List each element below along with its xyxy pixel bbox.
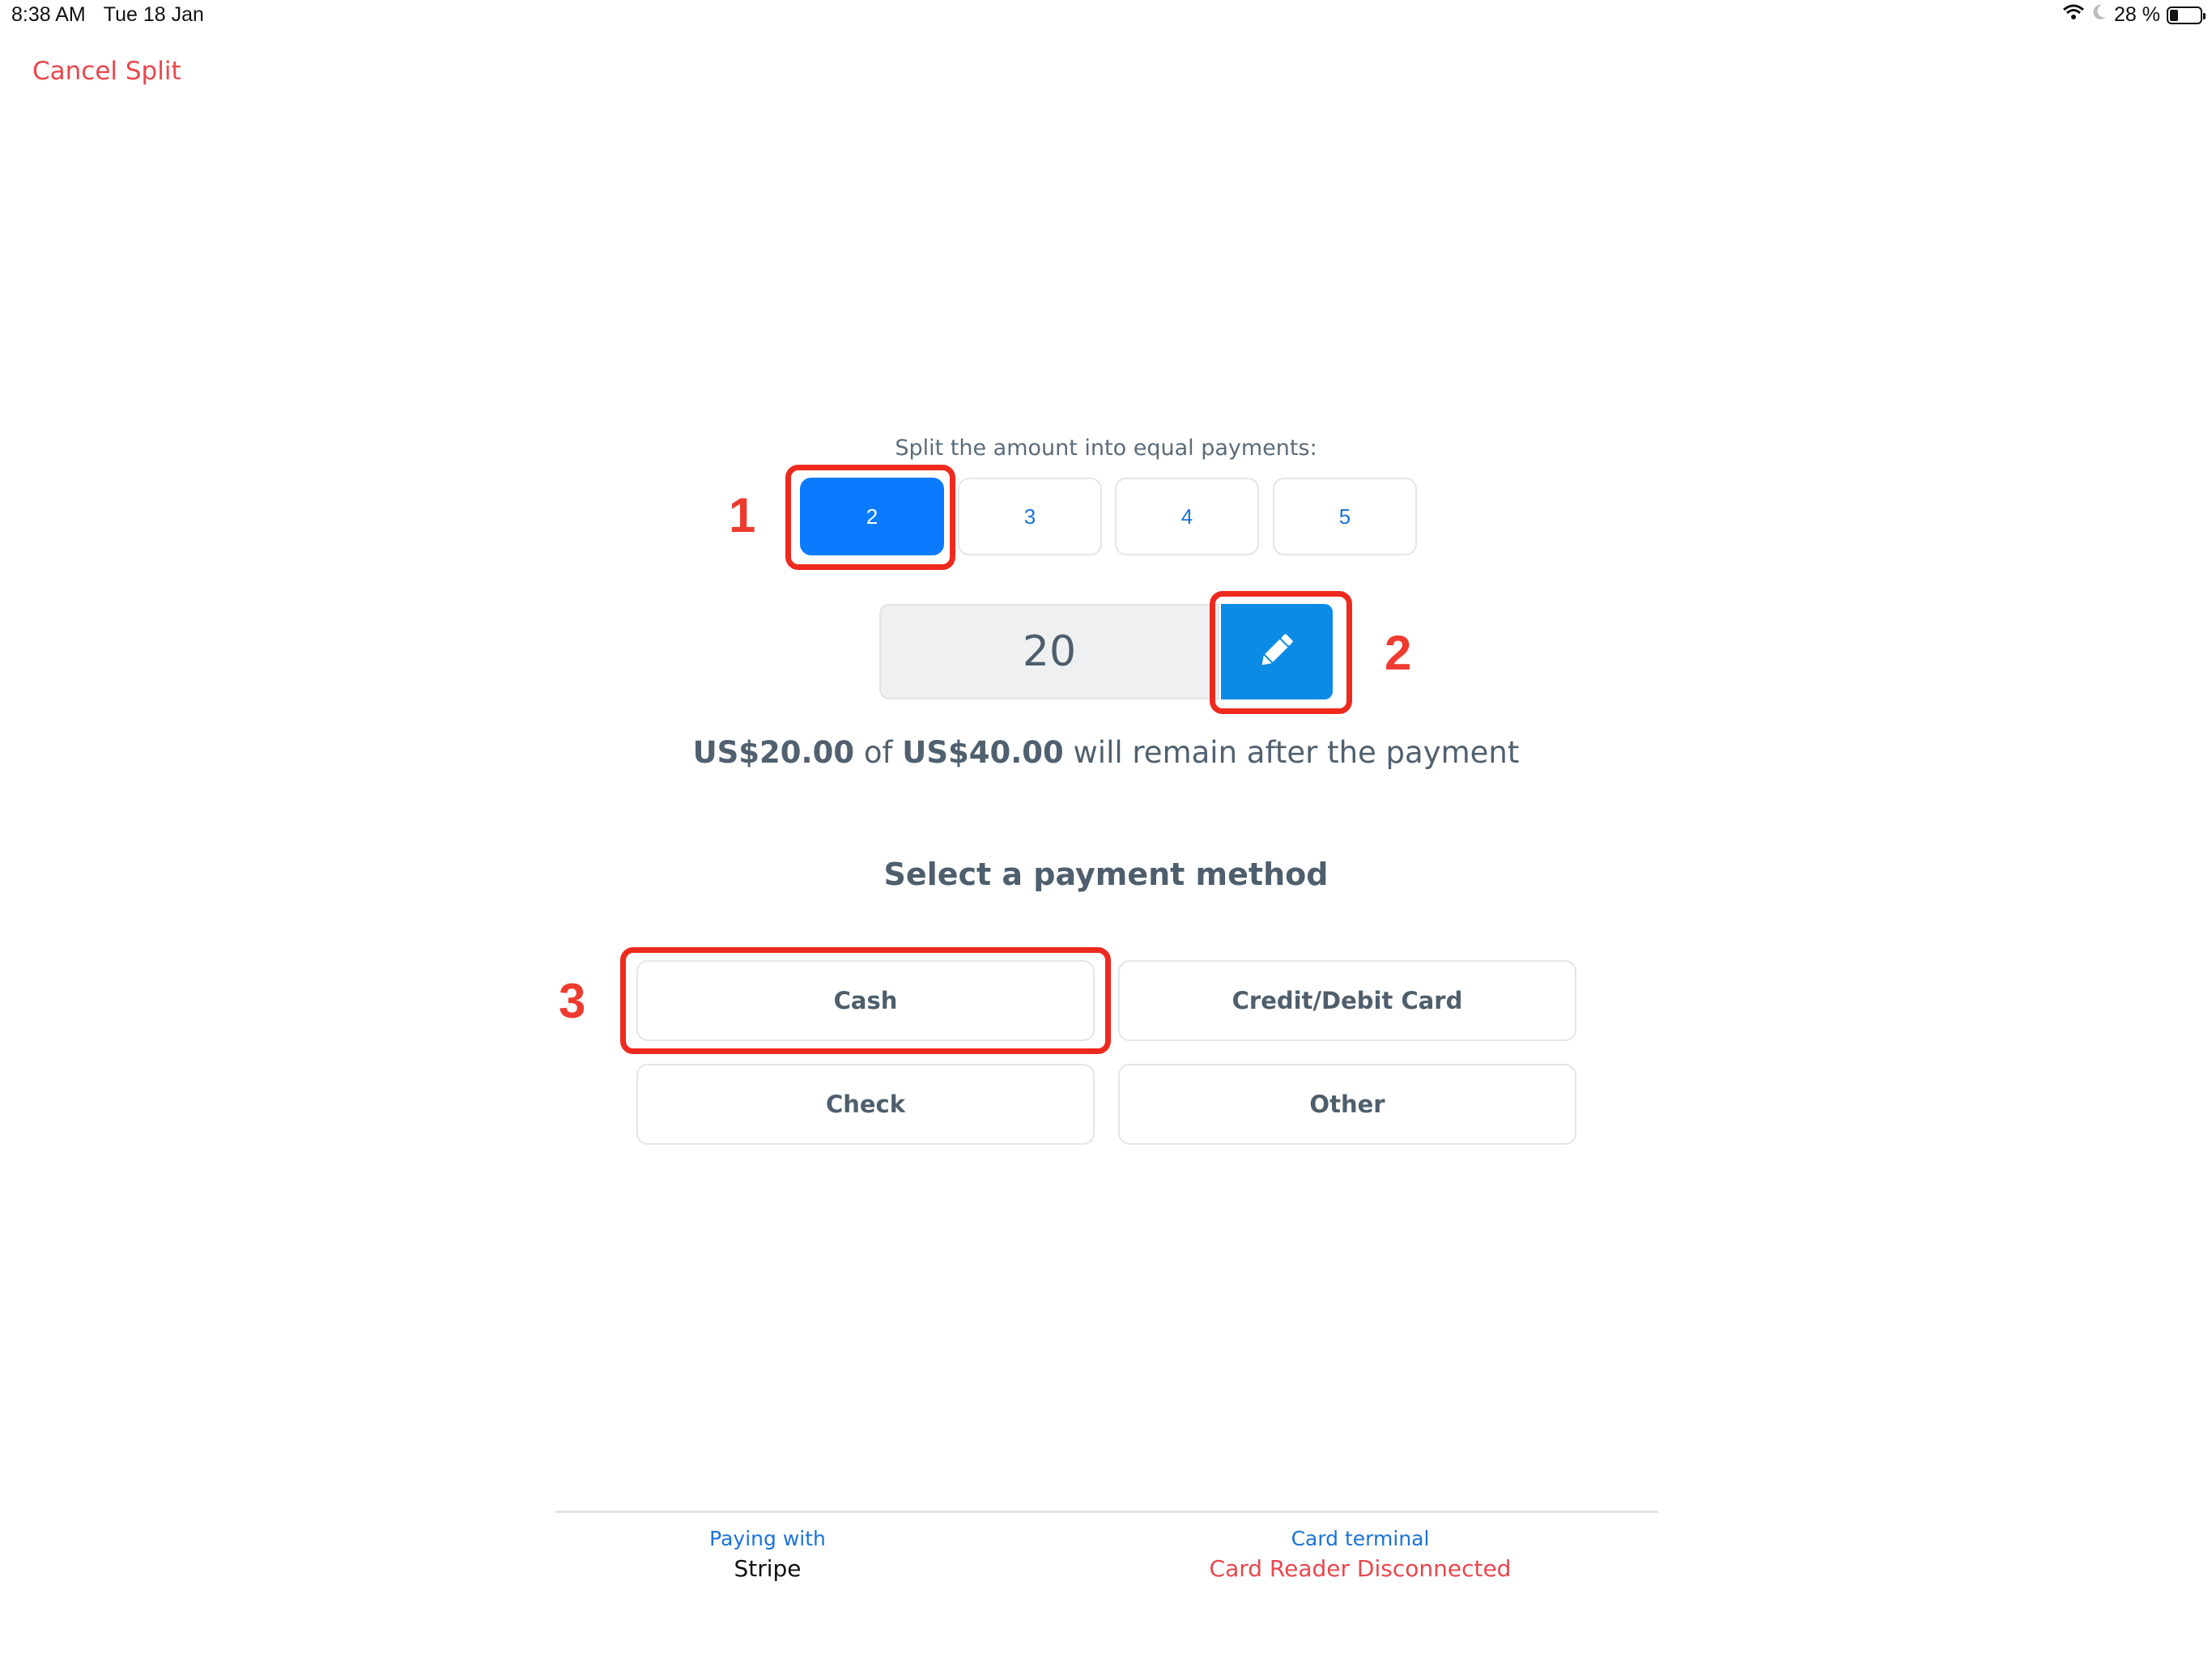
status-bar-left: 8:38 AM Tue 18 Jan bbox=[11, 3, 204, 27]
card-terminal-label: Card terminal bbox=[1291, 1527, 1430, 1550]
annotation-number-1: 1 bbox=[729, 488, 756, 542]
annotation-number-2: 2 bbox=[1385, 626, 1412, 680]
battery-level bbox=[2170, 9, 2179, 21]
annotation-number-3: 3 bbox=[559, 974, 586, 1028]
payment-method-title: Select a payment method bbox=[883, 857, 1329, 892]
annotation-box-1 bbox=[785, 465, 955, 570]
paying-with-section: Paying with Stripe bbox=[606, 1527, 929, 1582]
split-option-5[interactable]: 5 bbox=[1273, 478, 1417, 555]
paying-with-label: Paying with bbox=[709, 1527, 826, 1550]
annotation-box-2 bbox=[1210, 591, 1352, 714]
moon-icon bbox=[2091, 3, 2108, 27]
card-terminal-status[interactable]: Card Reader Disconnected bbox=[1182, 1555, 1538, 1582]
other-button[interactable]: Other bbox=[1118, 1064, 1576, 1145]
battery-percent: 28 % bbox=[2114, 3, 2160, 26]
paying-with-value: Stripe bbox=[734, 1555, 802, 1582]
wifi-icon bbox=[2062, 3, 2085, 27]
total-amount: US$40.00 bbox=[902, 735, 1064, 770]
remaining-of: of bbox=[863, 735, 893, 770]
cancel-split-button[interactable]: Cancel Split bbox=[32, 57, 181, 86]
split-option-3[interactable]: 3 bbox=[958, 478, 1102, 555]
annotation-box-3 bbox=[620, 947, 1111, 1054]
split-label: Split the amount into equal payments: bbox=[895, 436, 1317, 461]
battery-icon bbox=[2167, 6, 2206, 24]
remaining-amount: US$20.00 bbox=[692, 735, 855, 770]
amount-field[interactable]: 20 bbox=[879, 604, 1219, 699]
footer-divider bbox=[555, 1511, 1658, 1513]
nav-bar: Cancel Split bbox=[0, 39, 2212, 112]
remaining-suffix: will remain after the payment bbox=[1073, 735, 1520, 770]
check-button[interactable]: Check bbox=[636, 1064, 1095, 1145]
status-date: Tue 18 Jan bbox=[103, 3, 204, 26]
app-screen: 8:38 AM Tue 18 Jan 28 % Cancel Split Spl… bbox=[0, 0, 2212, 1658]
split-option-4[interactable]: 4 bbox=[1115, 478, 1259, 555]
status-time: 8:38 AM bbox=[11, 3, 86, 26]
card-button[interactable]: Credit/Debit Card bbox=[1118, 960, 1576, 1041]
card-terminal-section[interactable]: Card terminal Card Reader Disconnected bbox=[1182, 1527, 1538, 1582]
status-bar-right: 28 % bbox=[2062, 3, 2206, 27]
remaining-summary: US$20.00 of US$40.00 will remain after t… bbox=[0, 735, 2212, 770]
